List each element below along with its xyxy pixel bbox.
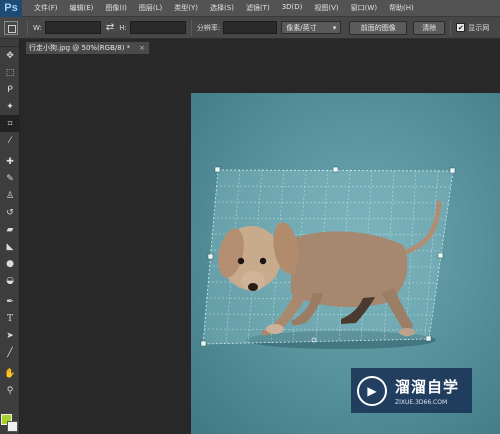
- menu-image[interactable]: 图像(I): [99, 3, 133, 13]
- dodge-icon[interactable]: ◒: [0, 272, 20, 289]
- watermark-url: ZIXUE.3D66.COM: [395, 398, 448, 406]
- blur-icon[interactable]: ●: [0, 255, 20, 272]
- menu-window[interactable]: 窗口(W): [345, 3, 383, 13]
- menu-edit[interactable]: 编辑(E): [64, 3, 100, 13]
- menu-type[interactable]: 类型(Y): [168, 3, 204, 13]
- eraser-icon[interactable]: ▰: [0, 221, 20, 238]
- play-icon: ▶: [357, 375, 387, 406]
- menu-3d[interactable]: 3D(D): [276, 3, 309, 13]
- divider: [450, 19, 452, 36]
- menu-bar: Ps 文件(F) 编辑(E) 图像(I) 图层(L) 类型(Y) 选择(S) 滤…: [0, 0, 500, 17]
- panel-grip[interactable]: [0, 39, 19, 47]
- paint-bucket-icon[interactable]: ◣: [0, 238, 20, 255]
- zoom-icon[interactable]: ⚲: [0, 382, 20, 399]
- front-image-button[interactable]: 前面的图像: [349, 20, 408, 35]
- lasso-icon[interactable]: ᑭ: [0, 81, 20, 98]
- history-brush-icon[interactable]: ↺: [0, 204, 20, 221]
- menu-select[interactable]: 选择(S): [204, 3, 240, 13]
- line-icon[interactable]: ╱: [0, 344, 20, 361]
- brush-icon[interactable]: ✎: [0, 170, 20, 187]
- unit-value: 像素/英寸: [286, 23, 317, 32]
- menu-file[interactable]: 文件(F): [28, 3, 64, 13]
- unit-select[interactable]: 像素/英寸 ▾: [281, 21, 342, 34]
- healing-brush-icon[interactable]: ✚: [0, 153, 20, 170]
- background-color-swatch[interactable]: [7, 421, 18, 432]
- hand-icon[interactable]: ✋: [0, 365, 20, 382]
- menu-filter[interactable]: 滤镜(T): [240, 3, 276, 13]
- document-tab[interactable]: 行走小狗.jpg @ 50%(RGB/8) * ×: [25, 41, 150, 54]
- height-label: H:: [119, 23, 127, 32]
- document-tab-title: 行走小狗.jpg @ 50%(RGB/8) *: [29, 44, 131, 52]
- eyedropper-icon[interactable]: ⁄: [0, 132, 20, 149]
- clone-stamp-icon[interactable]: ♙: [0, 187, 20, 204]
- resolution-field[interactable]: [223, 21, 278, 34]
- divider: [190, 19, 192, 36]
- app-logo: Ps: [0, 0, 22, 17]
- pen-icon[interactable]: ✒: [0, 293, 20, 310]
- menu-layer[interactable]: 图层(L): [133, 3, 168, 13]
- tools-panel: ✥ ⬚ ᑭ ✦ ⌗ ⁄ ✚ ✎ ♙ ↺ ▰ ◣ ● ◒ ✒ T ➤ ╱ ✋ ⚲: [0, 39, 20, 434]
- show-grid-checkbox[interactable]: ✔: [456, 23, 466, 32]
- menu-view[interactable]: 视图(V): [308, 3, 344, 13]
- menu-help[interactable]: 帮助(H): [383, 3, 420, 13]
- options-bar: W: ⇄ H: 分辨率: 像素/英寸 ▾ 前面的图像 清除 ✔ 显示网: [0, 17, 500, 39]
- type-icon[interactable]: T: [0, 310, 20, 327]
- magic-wand-icon[interactable]: ✦: [0, 98, 20, 115]
- path-select-icon[interactable]: ➤: [0, 327, 20, 344]
- crop-tool-preset-icon[interactable]: [4, 20, 18, 35]
- divider: [27, 19, 28, 36]
- resolution-label: 分辨率:: [196, 23, 221, 32]
- height-field[interactable]: [129, 21, 186, 34]
- marquee-icon[interactable]: ⬚: [0, 64, 20, 81]
- watermark-title: 溜溜自学: [395, 377, 460, 396]
- watermark-logo: ▶ 溜溜自学 ZIXUE.3D66.COM: [351, 368, 472, 413]
- show-grid-label: 显示网: [468, 23, 490, 32]
- close-icon[interactable]: ×: [139, 44, 145, 52]
- width-field[interactable]: [44, 21, 101, 34]
- clear-button[interactable]: 清除: [413, 20, 446, 35]
- crop-icon[interactable]: ⌗: [0, 115, 20, 132]
- chevron-down-icon: ▾: [332, 23, 337, 32]
- menu-list: 文件(F) 编辑(E) 图像(I) 图层(L) 类型(Y) 选择(S) 滤镜(T…: [28, 3, 420, 13]
- swap-icon[interactable]: ⇄: [106, 22, 114, 33]
- move-icon[interactable]: ✥: [0, 47, 20, 64]
- width-label: W:: [33, 23, 42, 32]
